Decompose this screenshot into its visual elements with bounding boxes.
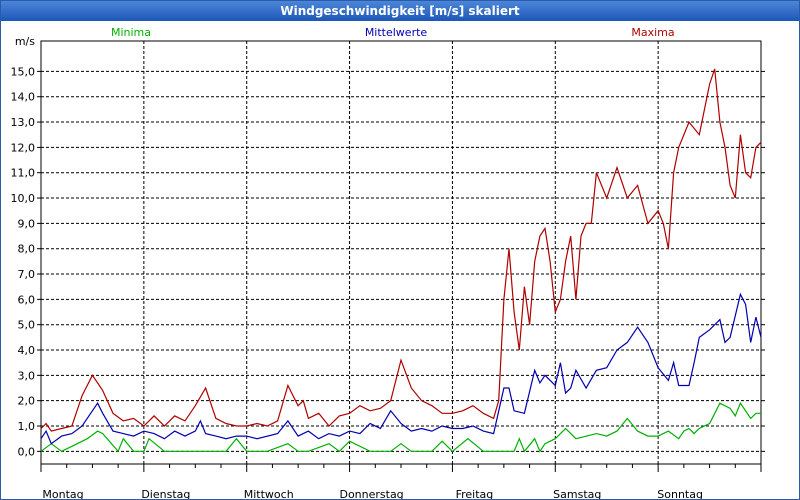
window-title: Windgeschwindigkeit [m/s] skaliert bbox=[1, 1, 799, 21]
y-tick-label: 5,0 bbox=[18, 319, 36, 332]
chart-window: Windgeschwindigkeit [m/s] skaliert 0,0 1,… bbox=[0, 0, 800, 500]
y-axis-label: m/s bbox=[15, 35, 35, 48]
x-day-label: Mittwoch bbox=[244, 488, 294, 499]
y-tick-label: 10,0 bbox=[11, 192, 36, 205]
y-tick-label: 8,0 bbox=[18, 243, 36, 256]
y-tick-label: 11,0 bbox=[11, 167, 36, 180]
y-tick-label: 6,0 bbox=[18, 293, 36, 306]
x-day-label: Freitag bbox=[456, 488, 494, 499]
y-tick-label: 3,0 bbox=[18, 369, 36, 382]
y-tick-label: 2,0 bbox=[18, 395, 36, 408]
y-tick-label: 15,0 bbox=[11, 65, 36, 78]
x-day-label: Dienstag bbox=[141, 488, 190, 499]
y-tick-label: 0,0 bbox=[18, 445, 36, 458]
legend-mittelwerte: Mittelwerte bbox=[365, 26, 428, 39]
y-tick-label: 14,0 bbox=[11, 91, 36, 104]
y-tick-label: 4,0 bbox=[18, 344, 36, 357]
y-tick-label: 13,0 bbox=[11, 116, 36, 129]
line-chart: 0,0 1,0 2,0 3,0 4,0 5,0 6,0 7,0 8,0 9,0 10,0 11,0 12… bbox=[11, 26, 765, 499]
y-tick-label: 12,0 bbox=[11, 141, 36, 154]
x-day-label: Donnerstag bbox=[339, 488, 403, 499]
x-day-label: Montag bbox=[42, 488, 83, 499]
x-day-label: Samstag bbox=[553, 488, 601, 499]
x-day-label: Sonntag bbox=[657, 488, 703, 499]
legend-minima: Minima bbox=[111, 26, 151, 39]
y-tick-label: 1,0 bbox=[18, 420, 36, 433]
y-tick-label: 7,0 bbox=[18, 268, 36, 281]
y-tick-label: 9,0 bbox=[18, 217, 36, 230]
legend-maxima: Maxima bbox=[631, 26, 674, 39]
